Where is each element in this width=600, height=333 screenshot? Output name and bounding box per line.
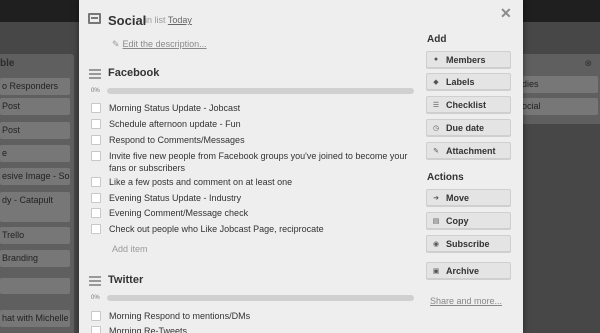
checklist-item: Schedule afternoon update - Fun	[91, 118, 414, 130]
board-list-left: ble o Responders Post Post e esive Image…	[0, 54, 74, 333]
paperclip-icon: ✎	[433, 147, 439, 155]
list-menu-icon[interactable]: ⊗	[584, 58, 592, 69]
board-card[interactable]: dy - Catapult	[0, 192, 70, 222]
board-list-right: ⊗ dies ocial	[512, 54, 600, 124]
board-card[interactable]: esive Image - Social	[0, 168, 70, 185]
item-text[interactable]: Check out people who Like Jobcast Page, …	[109, 223, 414, 235]
item-checkbox[interactable]	[91, 151, 101, 161]
checklist-progress-bar	[107, 295, 414, 301]
item-checkbox[interactable]	[91, 208, 101, 218]
board-card[interactable]: Branding	[0, 250, 70, 267]
archive-icon: ▣	[432, 267, 440, 275]
item-checkbox[interactable]	[91, 119, 101, 129]
board-card[interactable]: Post	[0, 98, 70, 115]
item-checkbox[interactable]	[91, 193, 101, 203]
members-button[interactable]: ● Members	[426, 51, 511, 68]
item-checkbox[interactable]	[91, 311, 101, 321]
checklist-item: Morning Respond to mentions/DMs	[91, 310, 414, 322]
item-checkbox[interactable]	[91, 224, 101, 234]
board-card[interactable]: dies	[518, 76, 598, 93]
card-icon	[88, 13, 101, 24]
eye-icon: ◉	[432, 240, 440, 248]
actions-heading: Actions	[427, 172, 464, 183]
checklist-item: Evening Comment/Message check	[91, 207, 414, 219]
item-text[interactable]: Respond to Comments/Messages	[109, 134, 414, 146]
board-card[interactable]: ocial	[518, 98, 598, 115]
item-text[interactable]: Morning Re-Tweets	[109, 325, 414, 333]
attachment-button[interactable]: ✎ Attachment	[426, 142, 511, 159]
pencil-icon: ✎	[112, 39, 120, 49]
item-text[interactable]: Schedule afternoon update - Fun	[109, 118, 414, 130]
checklist-progress-label: 0%	[91, 295, 100, 301]
subscribe-button[interactable]: ◉ Subscribe	[426, 235, 511, 252]
close-icon[interactable]: ✕	[500, 6, 512, 20]
checklist-title[interactable]: Facebook	[108, 67, 159, 79]
item-checkbox[interactable]	[91, 103, 101, 113]
checklist-title[interactable]: Twitter	[108, 274, 143, 286]
board-card[interactable]: hat with Michelle	[0, 310, 70, 327]
item-text[interactable]: Like a few posts and comment on at least…	[109, 176, 414, 188]
item-checkbox[interactable]	[91, 135, 101, 145]
board-card[interactable]: Trello	[0, 227, 70, 244]
in-list-prefix: in list	[145, 15, 166, 25]
checklist-progress-bar	[107, 88, 414, 94]
copy-button[interactable]: ▤ Copy	[426, 212, 511, 229]
arrow-right-icon: ➜	[433, 194, 439, 202]
item-text[interactable]: Evening Status Update - Industry	[109, 192, 414, 204]
edit-description-link[interactable]: ✎ Edit the description...	[112, 39, 207, 50]
item-checkbox[interactable]	[91, 177, 101, 187]
checklist-item: Like a few posts and comment on at least…	[91, 176, 414, 188]
person-icon: ●	[433, 56, 439, 63]
checklist-progress-label: 0%	[91, 88, 100, 94]
tag-icon: ◆	[433, 78, 439, 86]
share-and-more-link[interactable]: Share and more...	[430, 296, 502, 306]
item-checkbox[interactable]	[91, 326, 101, 333]
board-card[interactable]	[0, 278, 70, 294]
add-heading: Add	[427, 34, 447, 45]
checklist-item: Morning Re-Tweets	[91, 325, 414, 333]
checklist-button[interactable]: ☰ Checklist	[426, 96, 511, 113]
list-name-link[interactable]: Today	[168, 15, 192, 25]
board-card[interactable]: e	[0, 145, 70, 162]
checklist-item: Check out people who Like Jobcast Page, …	[91, 223, 414, 235]
checklist-item: Respond to Comments/Messages	[91, 134, 414, 146]
item-text[interactable]: Evening Comment/Message check	[109, 207, 414, 219]
checklist-item: Morning Status Update - Jobcast	[91, 102, 414, 114]
copy-icon: ▤	[432, 217, 440, 225]
item-text[interactable]: Morning Respond to mentions/DMs	[109, 310, 414, 322]
list-title: ble	[0, 58, 15, 69]
item-text[interactable]: Invite five new people from Facebook gro…	[109, 150, 414, 174]
board-card[interactable]: Post	[0, 122, 70, 139]
checklist-item: Invite five new people from Facebook gro…	[91, 150, 414, 174]
checklist-icon	[89, 276, 101, 286]
move-button[interactable]: ➜ Move	[426, 189, 511, 206]
clock-icon: ◷	[432, 124, 440, 132]
item-text[interactable]: Morning Status Update - Jobcast	[109, 102, 414, 114]
checklist-item: Evening Status Update - Industry	[91, 192, 414, 204]
checklist-icon: ☰	[432, 101, 440, 109]
card-title[interactable]: Social	[108, 13, 146, 28]
card-list-info: in list Today	[145, 15, 192, 25]
labels-button[interactable]: ◆ Labels	[426, 73, 511, 90]
checklist-icon	[89, 69, 101, 79]
archive-button[interactable]: ▣ Archive	[426, 262, 511, 279]
add-item-link[interactable]: Add item	[112, 244, 148, 254]
board-card[interactable]: o Responders	[0, 78, 70, 95]
due-date-button[interactable]: ◷ Due date	[426, 119, 511, 136]
